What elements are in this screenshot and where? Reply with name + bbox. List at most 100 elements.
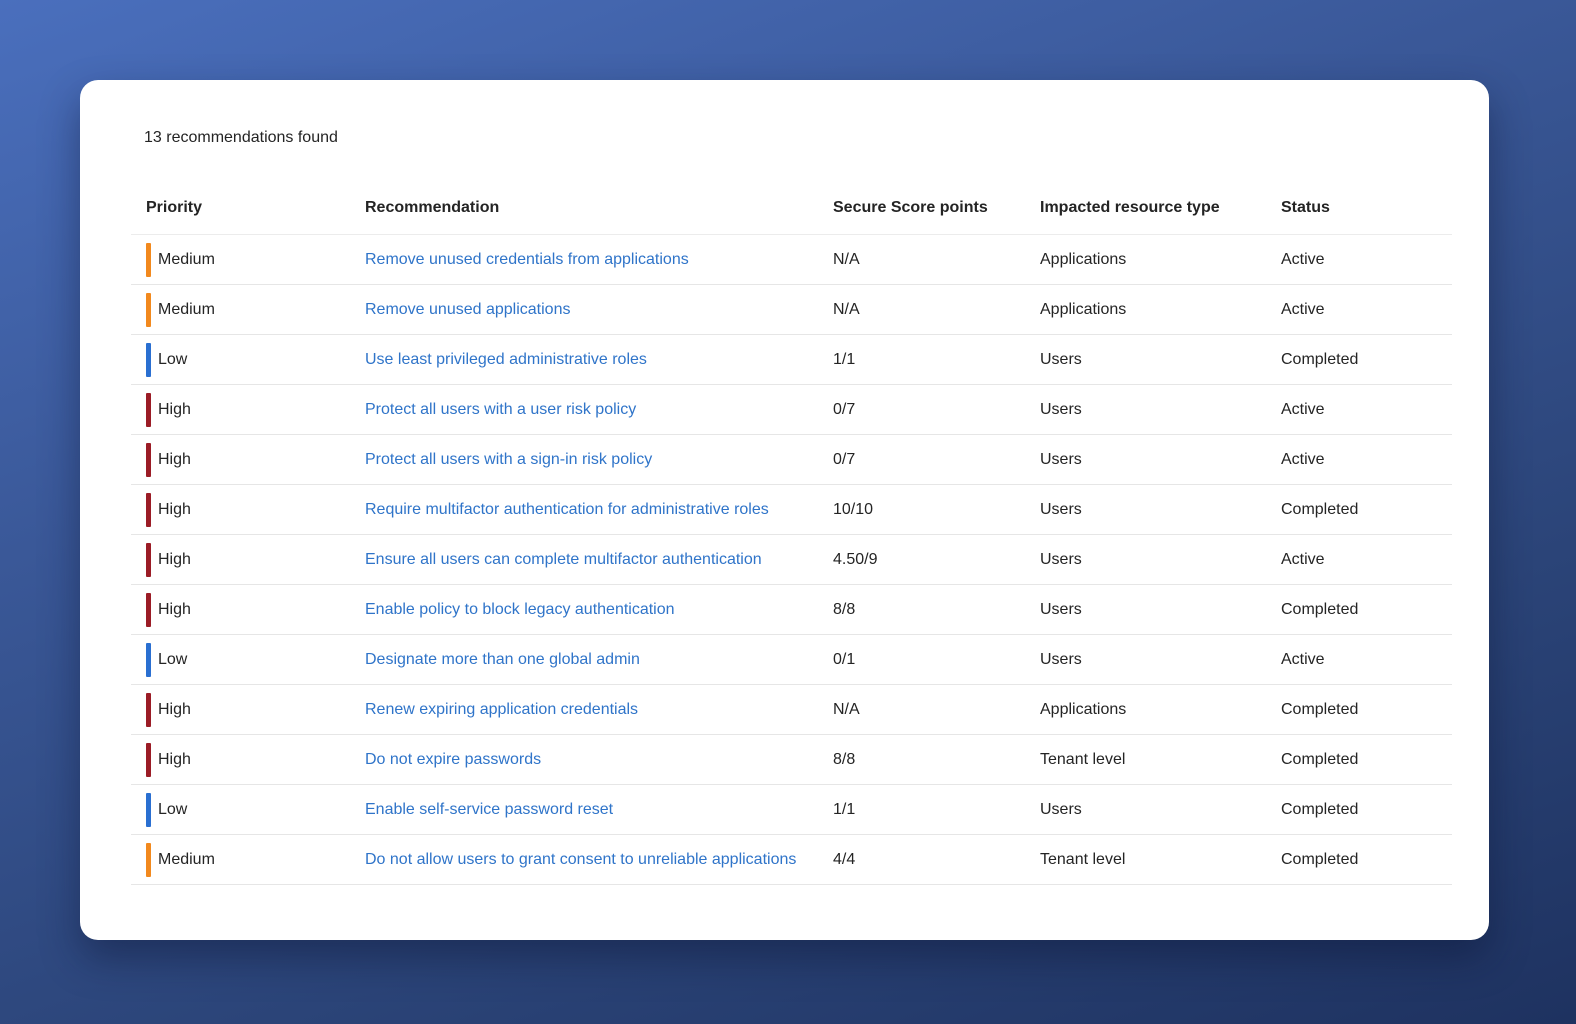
recommendation-link[interactable]: Do not allow users to grant consent to u… [365, 851, 796, 868]
status-cell: Active [1281, 234, 1452, 285]
recommendation-cell: Remove unused applications [365, 284, 833, 335]
status-cell: Active [1281, 384, 1452, 435]
priority-indicator: Medium [146, 242, 365, 277]
table-row[interactable]: Low Designate more than one global admin 0… [131, 634, 1452, 685]
column-header-secure-score[interactable]: Secure Score points [833, 182, 1040, 235]
table-row[interactable]: Medium Remove unused applications N/A Appli… [131, 284, 1452, 335]
table-row[interactable]: High Protect all users with a user risk p… [131, 384, 1452, 435]
column-header-status[interactable]: Status [1281, 182, 1452, 235]
secure-score-cell: N/A [833, 684, 1040, 735]
status-cell: Active [1281, 634, 1452, 685]
secure-score-cell: N/A [833, 234, 1040, 285]
secure-score-cell: 4.50/9 [833, 534, 1040, 585]
recommendation-cell: Protect all users with a sign-in risk po… [365, 434, 833, 485]
priority-cell: High [131, 384, 365, 435]
recommendation-cell: Do not expire passwords [365, 734, 833, 785]
secure-score-cell: 8/8 [833, 734, 1040, 785]
secure-score-cell: N/A [833, 284, 1040, 335]
priority-label: High [158, 700, 191, 718]
secure-score-cell: 0/7 [833, 384, 1040, 435]
priority-indicator: Low [146, 792, 365, 827]
status-cell: Active [1281, 434, 1452, 485]
resource-type-cell: Users [1040, 634, 1281, 685]
column-header-resource-type[interactable]: Impacted resource type [1040, 182, 1281, 235]
recommendation-link[interactable]: Protect all users with a user risk polic… [365, 401, 636, 418]
column-header-priority[interactable]: Priority [131, 182, 365, 235]
table-row[interactable]: High Require multifactor authentication f… [131, 484, 1452, 535]
secure-score-cell: 1/1 [833, 784, 1040, 835]
recommendation-link[interactable]: Ensure all users can complete multifacto… [365, 551, 762, 568]
recommendation-cell: Use least privileged administrative role… [365, 334, 833, 385]
recommendation-link[interactable]: Designate more than one global admin [365, 651, 640, 668]
secure-score-cell: 8/8 [833, 584, 1040, 635]
recommendation-cell: Ensure all users can complete multifacto… [365, 534, 833, 585]
priority-color-bar [146, 842, 151, 877]
resource-type-cell: Users [1040, 534, 1281, 585]
status-cell: Completed [1281, 734, 1452, 785]
priority-cell: High [131, 484, 365, 535]
secure-score-cell: 0/7 [833, 434, 1040, 485]
status-cell: Completed [1281, 334, 1452, 385]
recommendation-link[interactable]: Enable policy to block legacy authentica… [365, 601, 675, 618]
priority-cell: Medium [131, 234, 365, 285]
priority-color-bar [146, 792, 151, 827]
recommendation-link[interactable]: Protect all users with a sign-in risk po… [365, 451, 652, 468]
resource-type-cell: Tenant level [1040, 734, 1281, 785]
priority-label: High [158, 600, 191, 618]
column-header-recommendation[interactable]: Recommendation [365, 182, 833, 235]
table-body: Medium Remove unused credentials from app… [131, 234, 1452, 885]
priority-cell: Low [131, 784, 365, 835]
secure-score-cell: 1/1 [833, 334, 1040, 385]
resource-type-cell: Users [1040, 584, 1281, 635]
recommendations-card: 13 recommendations found Priority Recomm… [80, 80, 1489, 940]
priority-indicator: High [146, 742, 365, 777]
recommendation-link[interactable]: Remove unused credentials from applicati… [365, 251, 689, 268]
resource-type-cell: Applications [1040, 684, 1281, 735]
table-header-row: Priority Recommendation Secure Score poi… [131, 182, 1452, 235]
priority-indicator: High [146, 492, 365, 527]
table-row[interactable]: Medium Do not allow users to grant consen… [131, 834, 1452, 885]
recommendation-cell: Enable self-service password reset [365, 784, 833, 835]
priority-color-bar [146, 692, 151, 727]
table-row[interactable]: Low Enable self-service password reset 1/1… [131, 784, 1452, 835]
priority-label: High [158, 500, 191, 518]
secure-score-cell: 0/1 [833, 634, 1040, 685]
priority-cell: Medium [131, 284, 365, 335]
priority-color-bar [146, 542, 151, 577]
priority-cell: High [131, 434, 365, 485]
priority-label: High [158, 400, 191, 418]
priority-color-bar [146, 342, 151, 377]
status-cell: Completed [1281, 584, 1452, 635]
priority-label: Low [158, 350, 188, 368]
priority-label: Medium [158, 300, 215, 318]
recommendation-link[interactable]: Require multifactor authentication for a… [365, 501, 769, 518]
results-count: 13 recommendations found [144, 129, 338, 146]
priority-color-bar [146, 392, 151, 427]
priority-indicator: High [146, 542, 365, 577]
priority-label: Medium [158, 250, 215, 268]
table-row[interactable]: High Do not expire passwords 8/8 Tenant lev… [131, 734, 1452, 785]
secure-score-cell: 4/4 [833, 834, 1040, 885]
priority-indicator: High [146, 442, 365, 477]
priority-cell: High [131, 584, 365, 635]
recommendation-link[interactable]: Enable self-service password reset [365, 801, 613, 818]
recommendation-link[interactable]: Remove unused applications [365, 301, 570, 318]
recommendation-link[interactable]: Use least privileged administrative role… [365, 351, 647, 368]
table-row[interactable]: High Renew expiring application credentia… [131, 684, 1452, 735]
table-row[interactable]: High Protect all users with a sign-in ris… [131, 434, 1452, 485]
table-row[interactable]: Low Use least privileged administrative r… [131, 334, 1452, 385]
priority-indicator: Medium [146, 292, 365, 327]
recommendation-cell: Enable policy to block legacy authentica… [365, 584, 833, 635]
table-row[interactable]: Medium Remove unused credentials from app… [131, 234, 1452, 285]
table-row[interactable]: High Enable policy to block legacy authen… [131, 584, 1452, 635]
priority-cell: Medium [131, 834, 365, 885]
priority-cell: High [131, 734, 365, 785]
recommendation-link[interactable]: Do not expire passwords [365, 751, 541, 768]
recommendation-link[interactable]: Renew expiring application credentials [365, 701, 638, 718]
priority-cell: Low [131, 634, 365, 685]
priority-indicator: High [146, 692, 365, 727]
priority-indicator: Low [146, 342, 365, 377]
resource-type-cell: Tenant level [1040, 834, 1281, 885]
table-row[interactable]: High Ensure all users can complete multif… [131, 534, 1452, 585]
priority-label: High [158, 550, 191, 568]
